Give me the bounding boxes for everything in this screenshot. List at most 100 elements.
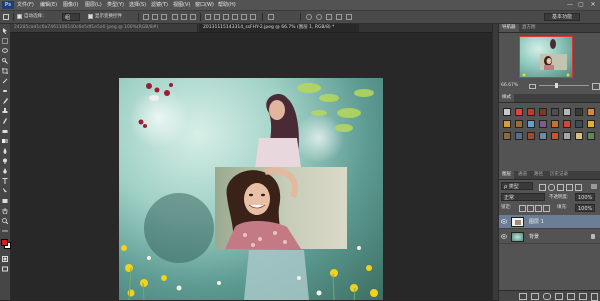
hand-tool-icon[interactable] (2, 208, 8, 214)
blend-mode-dropdown[interactable]: 正常 (501, 193, 545, 201)
show-transform-checkbox[interactable] (88, 14, 93, 19)
style-swatch[interactable] (575, 108, 583, 116)
style-swatch[interactable] (575, 120, 583, 128)
marquee-tool-icon[interactable] (2, 38, 8, 44)
zoom-out-icon[interactable] (529, 84, 536, 89)
layer-name[interactable]: 背景 (529, 233, 539, 241)
quick-select-tool-icon[interactable] (2, 58, 8, 64)
menu-view[interactable]: 视图(V) (173, 1, 190, 9)
lock-transparent-icon[interactable] (519, 205, 526, 212)
type-tool-icon[interactable] (2, 178, 8, 184)
zoom-in-icon[interactable] (592, 83, 600, 90)
lock-all-icon[interactable] (543, 205, 550, 212)
layer-row-background[interactable]: 背景 (499, 230, 600, 244)
visibility-eye-icon[interactable] (500, 219, 508, 224)
fill-field[interactable]: 100% (575, 204, 595, 212)
clone-stamp-tool-icon[interactable] (2, 108, 8, 114)
minimize-button[interactable]: — (565, 1, 575, 8)
style-swatch[interactable] (527, 132, 535, 140)
filter-toggle-icon[interactable] (591, 184, 597, 189)
style-swatch[interactable] (503, 132, 511, 140)
align-vcenter-icon[interactable] (152, 14, 158, 20)
menu-select[interactable]: 选择(S) (129, 1, 146, 9)
style-swatch[interactable] (527, 120, 535, 128)
link-layers-icon[interactable] (519, 293, 527, 300)
menu-layer[interactable]: 图层(L) (85, 1, 102, 9)
filter-type-icon[interactable] (557, 184, 564, 191)
style-swatch[interactable] (587, 132, 595, 140)
align-left-icon[interactable] (172, 14, 178, 20)
screen-mode-icon[interactable] (2, 266, 8, 272)
quick-mask-icon[interactable] (2, 256, 8, 262)
distribute-top-icon[interactable] (205, 14, 211, 20)
pen-tool-icon[interactable] (2, 168, 8, 174)
new-group-icon[interactable] (567, 293, 575, 300)
menu-type[interactable]: 类型(Y) (107, 1, 124, 9)
navigator-thumbnail[interactable] (519, 36, 573, 78)
style-swatch[interactable] (527, 108, 535, 116)
menu-edit[interactable]: 编辑(E) (40, 1, 57, 9)
adjustment-layer-icon[interactable] (555, 293, 563, 300)
zoom-slider-thumb[interactable] (555, 83, 558, 88)
style-swatch[interactable] (575, 132, 583, 140)
layer-name[interactable]: 图层 1 (529, 218, 544, 226)
visibility-eye-icon[interactable] (500, 234, 508, 239)
document-canvas[interactable] (119, 78, 383, 300)
lock-position-icon[interactable] (535, 205, 542, 212)
menu-image[interactable]: 图像(I) (63, 1, 78, 9)
lock-image-icon[interactable] (527, 205, 534, 212)
zoom-slider[interactable] (539, 85, 589, 86)
tab-document-2[interactable]: 20131115143314_ssFHY-2.jpeg @ 66.7% (图层 … (199, 24, 359, 32)
auto-select-checkbox[interactable] (17, 14, 22, 19)
style-swatch[interactable] (515, 108, 523, 116)
auto-select-dropdown[interactable]: 组 (62, 13, 80, 21)
path-selection-tool-icon[interactable] (2, 188, 8, 194)
move-tool-icon[interactable] (3, 14, 9, 20)
menu-filter[interactable]: 滤镜(T) (151, 1, 168, 9)
style-swatch[interactable] (551, 120, 559, 128)
healing-brush-tool-icon[interactable] (2, 88, 8, 94)
opacity-field[interactable]: 100% (575, 193, 595, 201)
foreground-color-swatch[interactable] (1, 239, 8, 246)
style-swatch[interactable] (539, 108, 547, 116)
3d-scale-icon[interactable] (346, 14, 352, 20)
menu-help[interactable]: 帮助(H) (218, 1, 236, 9)
brush-tool-icon[interactable] (2, 98, 8, 104)
3d-roll-icon[interactable] (316, 14, 322, 20)
tab-styles[interactable]: 样式 (499, 94, 514, 102)
move-tool-icon[interactable] (2, 28, 8, 34)
menu-file[interactable]: 文件(F) (17, 1, 34, 9)
lasso-tool-icon[interactable] (2, 48, 8, 54)
history-brush-tool-icon[interactable] (2, 118, 8, 124)
eyedropper-tool-icon[interactable] (2, 78, 8, 84)
style-swatch[interactable] (515, 132, 523, 140)
rectangle-tool-icon[interactable] (2, 198, 8, 204)
tab-history[interactable]: 历史记录 (547, 171, 571, 179)
filter-smart-object-icon[interactable] (575, 184, 582, 191)
distribute-bottom-icon[interactable] (223, 14, 229, 20)
align-right-icon[interactable] (190, 14, 196, 20)
style-swatch[interactable] (551, 108, 559, 116)
tab-document-1[interactable]: 24285cad1c6a7461106140c6e5df1e5a0 jpeg @… (10, 24, 198, 32)
style-swatch[interactable] (563, 132, 571, 140)
3d-pan-icon[interactable] (326, 14, 332, 20)
style-swatch[interactable] (587, 108, 595, 116)
zoom-tool-icon[interactable] (2, 218, 8, 224)
distribute-hcenter-icon[interactable] (241, 14, 247, 20)
style-swatch[interactable] (503, 108, 511, 116)
style-swatch[interactable] (515, 120, 523, 128)
3d-slide-icon[interactable] (336, 14, 342, 20)
style-swatch[interactable] (503, 120, 511, 128)
distribute-vcenter-icon[interactable] (214, 14, 220, 20)
auto-align-icon[interactable] (268, 14, 274, 20)
workspace-dropdown[interactable]: 基本功能 (544, 13, 580, 21)
style-swatch[interactable] (551, 132, 559, 140)
layer-kind-filter[interactable]: ρ 类型 (501, 182, 533, 190)
distribute-right-icon[interactable] (250, 14, 256, 20)
tab-navigator[interactable]: 导航器 (499, 24, 519, 32)
filter-shape-icon[interactable] (566, 184, 573, 191)
style-swatch[interactable] (587, 120, 595, 128)
crop-tool-icon[interactable] (2, 68, 8, 74)
layer-1-image[interactable] (215, 167, 347, 249)
distribute-left-icon[interactable] (232, 14, 238, 20)
